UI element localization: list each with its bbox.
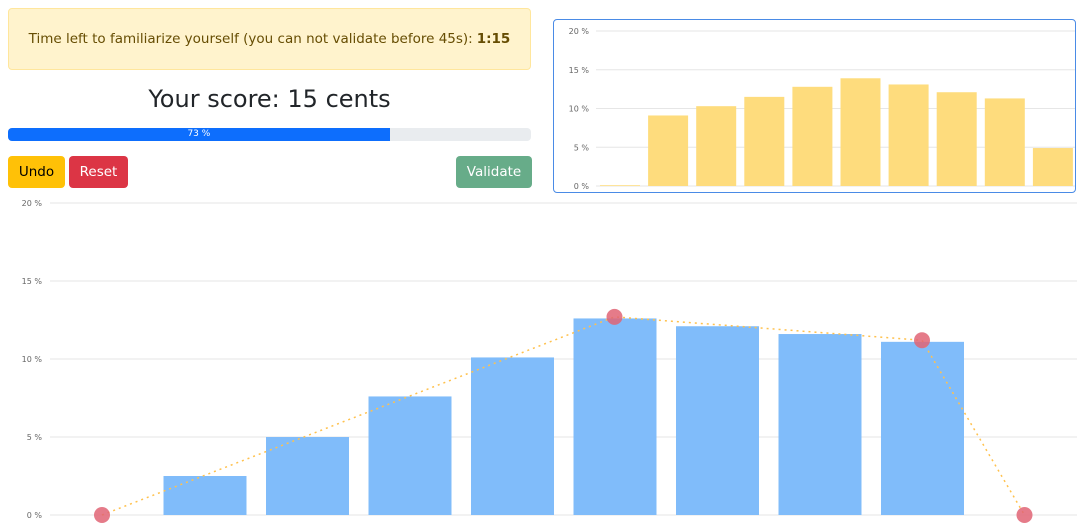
bar	[840, 78, 881, 186]
draggable-point[interactable]	[1016, 507, 1033, 523]
score-heading: Your score: 15 cents	[148, 85, 391, 113]
reset-button[interactable]: Reset	[69, 156, 128, 188]
y-tick-label: 10 %	[569, 105, 590, 114]
bar	[600, 185, 640, 186]
y-tick-label: 0 %	[27, 511, 43, 520]
y-tick-label: 15 %	[569, 66, 590, 75]
y-tick-label: 20 %	[569, 27, 590, 36]
progress-bar: 73 %	[8, 128, 531, 141]
bar[interactable]	[573, 318, 657, 515]
timer-value: 1:15	[476, 31, 511, 47]
bar	[648, 115, 689, 186]
y-tick-label: 0 %	[574, 182, 590, 191]
draggable-point[interactable]	[94, 507, 110, 523]
bar	[936, 92, 977, 186]
bar	[888, 84, 929, 186]
draggable-point[interactable]	[606, 308, 623, 325]
y-tick-label: 20 %	[22, 199, 43, 208]
reference-chart-panel: 0 % 5 % 10 % 15 % 20 %	[553, 19, 1076, 193]
y-tick-label: 10 %	[22, 355, 43, 364]
bar	[696, 106, 737, 186]
y-tick-label: 5 %	[27, 433, 43, 442]
draggable-point[interactable]	[914, 332, 930, 349]
bar[interactable]	[266, 437, 349, 515]
timer-text: Time left to familiarize yourself (you c…	[28, 31, 473, 47]
y-tick-label: 15 %	[22, 277, 43, 286]
bar[interactable]	[778, 334, 862, 515]
bar	[984, 98, 1025, 186]
validate-button[interactable]: Validate	[456, 156, 532, 188]
bar	[744, 96, 785, 186]
bar[interactable]	[676, 326, 759, 515]
progress-fill: 73 %	[8, 128, 390, 141]
bar[interactable]	[368, 396, 452, 515]
undo-button[interactable]: Undo	[8, 156, 65, 188]
bar	[792, 86, 833, 186]
reference-chart: 0 % 5 % 10 % 15 % 20 %	[569, 27, 1075, 191]
y-tick-label: 5 %	[574, 143, 590, 152]
bar[interactable]	[163, 476, 247, 515]
bar	[1032, 148, 1073, 186]
bar[interactable]	[471, 357, 554, 515]
bar[interactable]	[881, 341, 964, 515]
main-chart[interactable]: 0 % 5 % 10 % 15 % 20 %	[0, 195, 1077, 523]
timer-alert: Time left to familiarize yourself (you c…	[8, 8, 531, 70]
